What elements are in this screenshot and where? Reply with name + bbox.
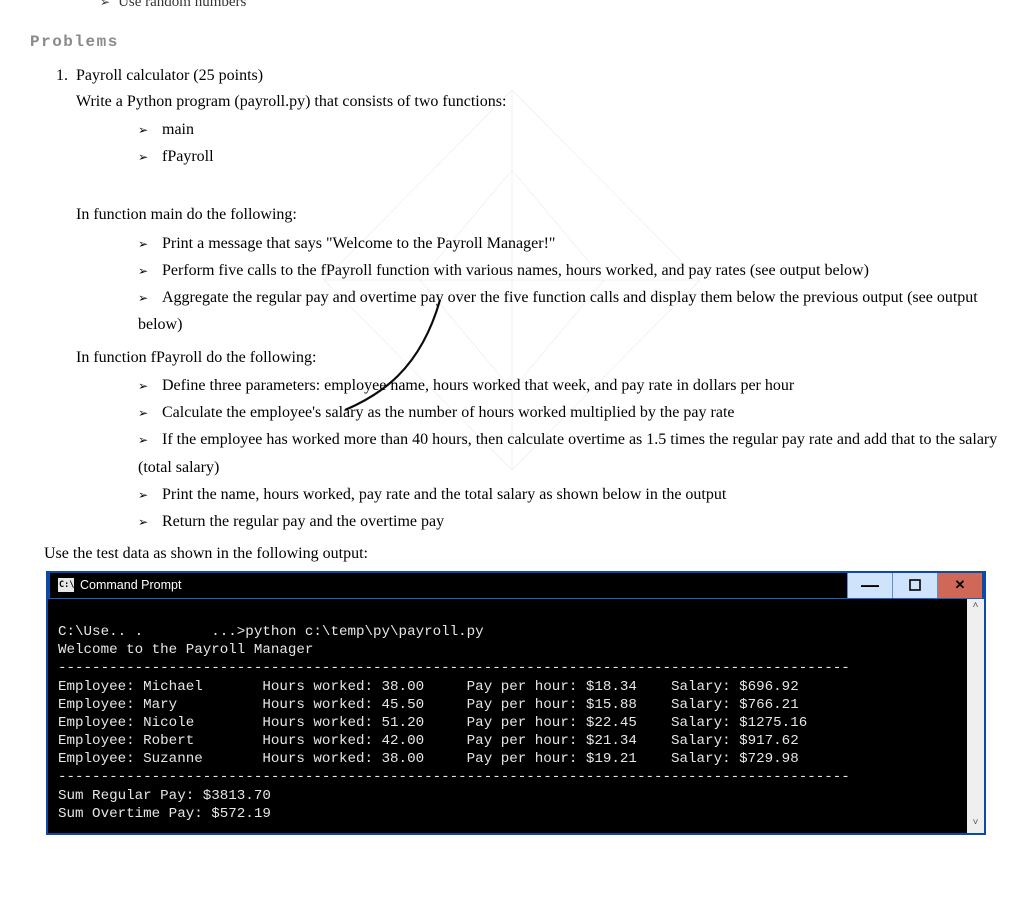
fpayroll-step: Calculate the employee's salary as the n… bbox=[138, 399, 1004, 426]
func-item: main bbox=[138, 116, 1004, 143]
fpayroll-steps: Define three parameters: employee name, … bbox=[76, 372, 1004, 535]
main-step: Print a message that says "Welcome to th… bbox=[138, 230, 1004, 257]
cutoff-prev-bullet: ➢Use random numbers bbox=[100, 0, 1004, 11]
function-list: main fPayroll bbox=[76, 116, 1004, 170]
fpayroll-step: Print the name, hours worked, pay rate a… bbox=[138, 481, 1004, 508]
problems-heading: Problems bbox=[30, 33, 1004, 51]
main-steps: Print a message that says "Welcome to th… bbox=[76, 230, 1004, 339]
func-item: fPayroll bbox=[138, 143, 1004, 170]
maximize-button[interactable] bbox=[892, 573, 937, 598]
cmd-icon bbox=[58, 578, 74, 592]
minimize-button[interactable]: — bbox=[847, 573, 892, 598]
close-button[interactable]: ✕ bbox=[937, 573, 982, 598]
fpayroll-heading: In function fPayroll do the following: bbox=[76, 345, 1004, 371]
console-output: C:\Use.. . ...>python c:\temp\py\payroll… bbox=[48, 599, 967, 833]
problem-1: Payroll calculator (25 points) Write a P… bbox=[72, 63, 1004, 835]
problem-title: Payroll calculator (25 points) bbox=[76, 67, 263, 84]
main-heading: In function main do the following: bbox=[76, 202, 1004, 228]
fpayroll-step: If the employee has worked more than 40 … bbox=[138, 426, 1004, 480]
fpayroll-step: Return the regular pay and the overtime … bbox=[138, 508, 1004, 535]
main-step: Perform five calls to the fPayroll funct… bbox=[138, 257, 1004, 284]
scroll-up-icon[interactable]: ˄ bbox=[967, 599, 984, 616]
titlebar: Command Prompt — ✕ bbox=[48, 571, 984, 599]
window-title: Command Prompt bbox=[80, 575, 181, 595]
problem-intro: Write a Python program (payroll.py) that… bbox=[76, 89, 1004, 115]
use-test-line: Use the test data as shown in the follow… bbox=[44, 541, 1004, 567]
scroll-down-icon[interactable]: ˅ bbox=[967, 816, 984, 833]
main-step: Aggregate the regular pay and overtime p… bbox=[138, 284, 1004, 338]
command-prompt-window: Command Prompt — ✕ C:\Use.. . ...>python… bbox=[46, 571, 986, 835]
scrollbar[interactable]: ˄ ˅ bbox=[967, 599, 984, 833]
fpayroll-step: Define three parameters: employee name, … bbox=[138, 372, 1004, 399]
